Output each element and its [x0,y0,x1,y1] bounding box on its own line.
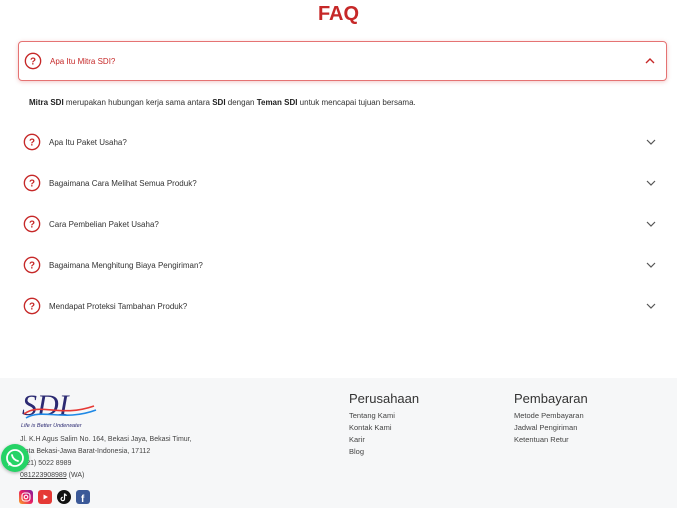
question-icon: ? [23,133,41,151]
svg-text:f: f [81,494,85,504]
svg-text:?: ? [29,179,35,190]
footer-link-metode-pembayaran[interactable]: Metode Pembayaran [514,411,584,420]
svg-text:?: ? [29,220,35,231]
tiktok-icon[interactable] [57,490,71,504]
faq-question: Apa Itu Paket Usaha? [49,137,127,147]
chevron-up-icon[interactable] [644,55,656,67]
pembayaran-title: Pembayaran [514,391,588,406]
svg-text:?: ? [30,57,36,68]
footer-link-tentang-kami[interactable]: Tentang Kami [349,411,395,420]
faq-answer: Mitra SDI merupakan hubungan kerja sama … [29,98,416,107]
faq-question: Bagaimana Cara Melihat Semua Produk? [49,178,197,188]
perusahaan-title: Perusahaan [349,391,420,406]
question-icon: ? [23,215,41,233]
question-icon: ? [23,174,41,192]
faq-item-proteksi[interactable]: ? Mendapat Proteksi Tambahan Produk? [18,286,667,326]
footer-link-ketentuan-retur[interactable]: Ketentuan Retur [514,435,569,444]
faq-title: FAQ [317,3,360,25]
instagram-icon[interactable] [19,490,33,504]
wa-contact: 081223908989 (WA) [20,472,85,479]
chevron-down-icon[interactable] [645,177,657,189]
logo-tagline: Life is Better Underwater [21,423,83,429]
footer-link-karir[interactable]: Karir [349,435,365,444]
faq-item-mitra-sdi[interactable]: ? Apa Itu Mitra SDI? [18,41,667,81]
faq-question: Mendapat Proteksi Tambahan Produk? [49,301,188,311]
whatsapp-float-button[interactable] [1,444,29,472]
sdi-logo[interactable]: SDI Life is Better Underwater [20,388,100,430]
chevron-down-icon[interactable] [645,218,657,230]
question-icon: ? [23,256,41,274]
address-line: Jl. K.H Agus Salim No. 164, Bekasi Jaya,… [20,436,192,443]
svg-text:?: ? [29,261,35,272]
question-icon: ? [23,297,41,315]
faq-question: Cara Pembelian Paket Usaha? [49,219,159,229]
facebook-icon[interactable]: f [76,490,90,505]
footer-link-blog[interactable]: Blog [349,447,364,456]
youtube-icon[interactable] [38,490,52,504]
faq-item-melihat-produk[interactable]: ? Bagaimana Cara Melihat Semua Produk? [18,163,667,203]
faq-item-pembelian[interactable]: ? Cara Pembelian Paket Usaha? [18,204,667,244]
svg-text:?: ? [29,138,35,149]
faq-question: Apa Itu Mitra SDI? [50,56,116,66]
svg-text:?: ? [29,302,35,313]
chevron-down-icon[interactable] [645,259,657,271]
address-line: Kota Bekasi-Jawa Barat-Indonesia, 17112 [20,448,151,455]
wa-number-link[interactable]: 081223908989 [20,472,67,479]
footer-link-jadwal-pengiriman[interactable]: Jadwal Pengiriman [514,423,577,432]
faq-question: Bagaimana Menghitung Biaya Pengiriman? [49,260,203,270]
chevron-down-icon[interactable] [645,300,657,312]
whatsapp-icon [6,449,24,467]
question-icon: ? [24,52,42,70]
faq-item-biaya-pengiriman[interactable]: ? Bagaimana Menghitung Biaya Pengiriman? [18,245,667,285]
faq-item-paket-usaha[interactable]: ? Apa Itu Paket Usaha? [18,122,667,162]
chevron-down-icon[interactable] [645,136,657,148]
footer-link-kontak-kami[interactable]: Kontak Kami [349,423,392,432]
